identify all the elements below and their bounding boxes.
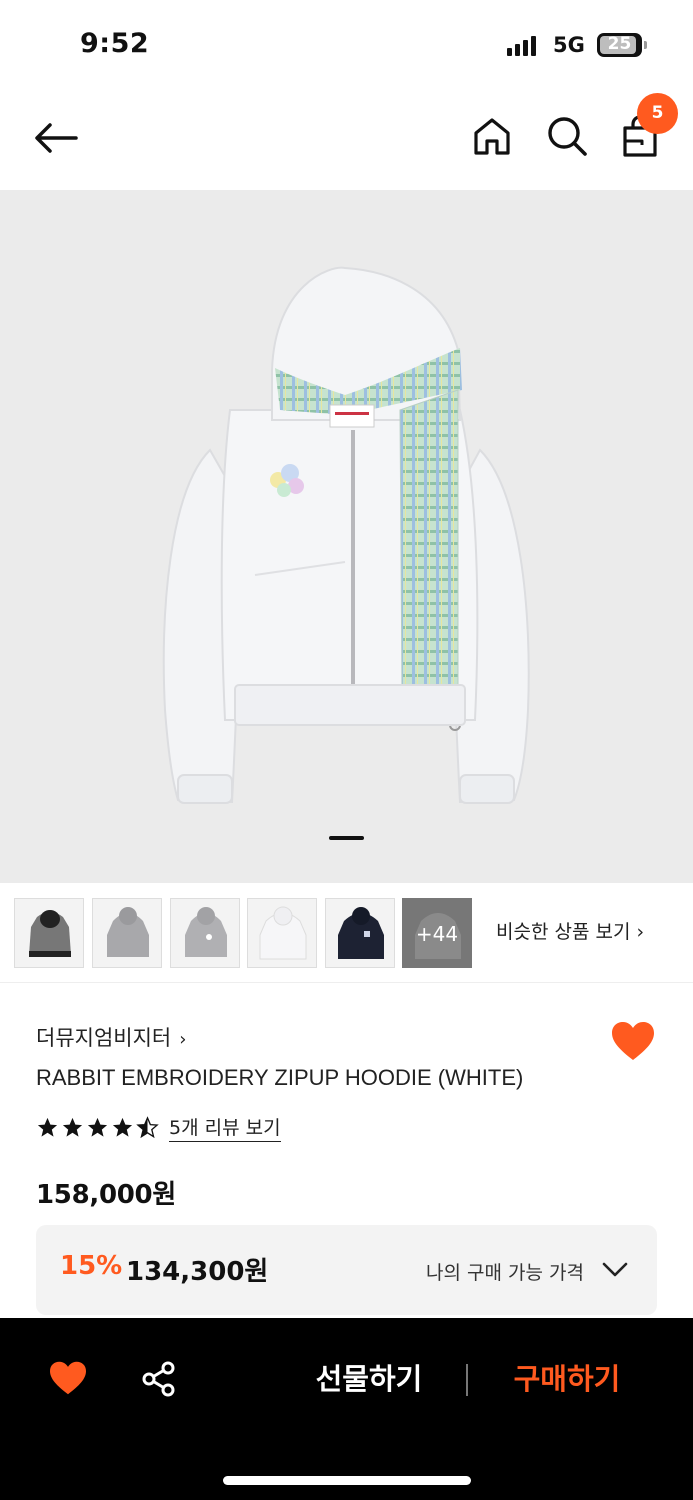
chevron-down-icon[interactable] [601,1258,629,1280]
star-icon [62,1117,83,1137]
thumbnail-1[interactable] [14,898,84,968]
thumbnail-5[interactable] [325,898,395,968]
discount-price: 134,300원 [126,1257,269,1287]
thumbnail-more[interactable]: +44 [402,898,472,968]
thumbnail-2[interactable] [92,898,162,968]
status-bar: 9:52 5G 25 [0,0,693,90]
my-price-label: 나의 구매 가능 가격 [426,1262,584,1284]
back-arrow-icon [35,123,78,153]
status-time: 9:52 [80,28,150,59]
battery-level: 25 [607,34,632,54]
my-price-box[interactable]: 15% 134,300원 나의 구매 가능 가격 [36,1225,657,1315]
thumbnail-3[interactable] [170,898,240,968]
bottom-action-bar: 선물하기 구매하기 [0,1318,693,1500]
gift-button[interactable]: 선물하기 [296,1358,442,1402]
home-indicator [223,1476,471,1485]
similar-products-label: 비슷한 상품 보기 [496,921,631,943]
carousel-indicator [329,836,364,840]
product-image-carousel[interactable] [0,190,693,883]
half-star-icon [136,1115,159,1138]
buy-button[interactable]: 구매하기 [494,1358,640,1402]
top-nav [0,90,693,190]
search-icon [548,117,587,156]
review-link[interactable]: 5개 리뷰 보기 [169,1113,281,1142]
star-icon [87,1117,108,1137]
discount-rate: 15% [60,1251,123,1281]
cart-count-badge: 5 [637,93,678,134]
battery-icon: 25 [597,33,647,57]
chevron-right-icon: › [179,1029,187,1050]
home-button[interactable] [470,114,514,158]
star-icon [37,1117,58,1137]
original-price: 158,000원 [36,1180,176,1210]
search-button[interactable] [545,114,589,158]
rating-row: 5개 리뷰 보기 [36,1113,281,1142]
share-icon [142,1361,175,1397]
brand-name: 더뮤지엄비지터 [36,1026,172,1050]
chevron-right-icon: › [636,921,645,943]
divider [466,1364,468,1396]
back-button[interactable] [30,118,82,158]
wishlist-button[interactable] [610,1020,656,1062]
more-count: +44 [415,922,459,946]
brand-link[interactable]: 더뮤지엄비지터 › [36,1022,186,1052]
star-rating [36,1115,159,1139]
hoodie-image [162,266,530,804]
thumbnail-strip: +44 비슷한 상품 보기 › [0,883,693,983]
heart-icon [612,1022,654,1060]
thumbnail-4[interactable] [247,898,317,968]
home-icon [474,118,510,155]
share-button[interactable] [140,1360,178,1398]
similar-products-link[interactable]: 비슷한 상품 보기 › [496,917,644,944]
network-type: 5G [553,33,585,57]
product-name: RABBIT EMBROIDERY ZIPUP HOODIE (WHITE) [36,1065,524,1090]
bottom-wishlist-button[interactable] [48,1360,88,1396]
star-icon [112,1117,133,1137]
heart-icon [50,1361,86,1395]
signal-icon [507,36,536,56]
